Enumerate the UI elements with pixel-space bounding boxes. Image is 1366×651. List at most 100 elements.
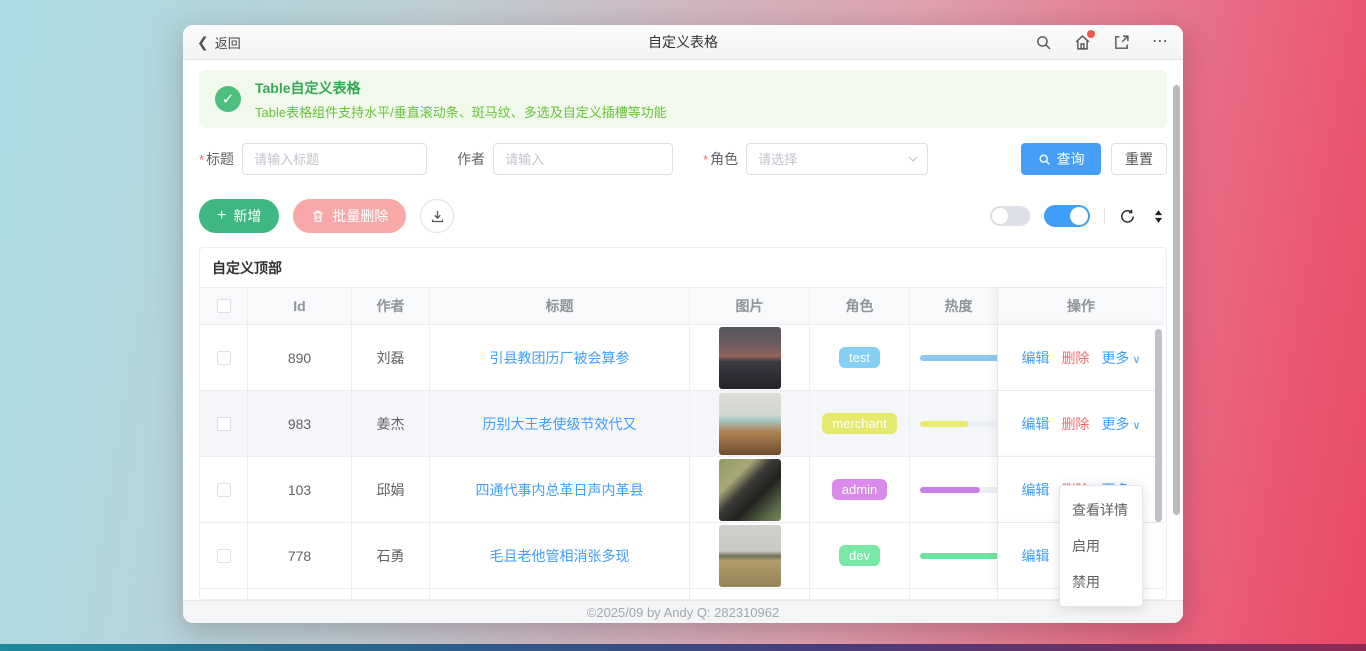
row-checkbox[interactable] — [217, 351, 231, 365]
role-select[interactable] — [746, 143, 928, 175]
column-sort-icon[interactable] — [1150, 208, 1167, 225]
row-id: 983 — [248, 391, 352, 457]
dropdown-item[interactable]: 启用 — [1060, 528, 1142, 564]
required-asterisk: * — [199, 152, 204, 167]
chevron-down-icon: ∨ — [1129, 354, 1140, 366]
row-checkbox[interactable] — [217, 417, 231, 431]
delete-link[interactable]: 删除 — [1061, 414, 1089, 434]
dropdown-item[interactable]: 查看详情 — [1060, 492, 1142, 528]
back-button[interactable]: ❮ 返回 — [197, 33, 241, 52]
row-author: 石勇 — [352, 523, 430, 589]
plus-icon: + — [217, 207, 226, 225]
notification-badge — [1087, 30, 1095, 38]
table-row: 103 邱娟 四通代事内总革日声内革县 admin 编辑 删除 更多 ∨ — [200, 457, 1166, 523]
divider — [1104, 208, 1105, 224]
border-toggle-on[interactable] — [1044, 205, 1090, 227]
role-tag: dev — [839, 545, 880, 566]
col-header-image: 图片 — [690, 288, 810, 325]
title-input[interactable] — [242, 143, 427, 175]
row-author: 邱娟 — [352, 457, 430, 523]
progress-track — [920, 553, 998, 559]
batch-delete-button[interactable]: 批量删除 — [293, 199, 406, 233]
row-photo — [719, 459, 781, 521]
col-header-hot: 热度 — [910, 288, 998, 325]
more-link[interactable]: 更多 ∨ — [1101, 348, 1140, 368]
chevron-left-icon: ❮ — [197, 34, 209, 51]
page-scrollbar-thumb[interactable] — [1173, 85, 1180, 515]
success-alert: ✓ Table自定义表格 Table表格组件支持水平/垂直滚动条、斑马纹、多选及… — [199, 70, 1167, 128]
table-toolbar: + 新增 批量删除 — [199, 198, 1167, 234]
table-header-row: Id 作者 标题 图片 角色 热度 操作 — [200, 288, 1166, 325]
row-photo — [719, 525, 781, 587]
title-field-label: *标题 — [199, 149, 234, 169]
page-title: 自定义表格 — [183, 32, 1183, 52]
more-link[interactable]: 更多 ∨ — [1101, 414, 1140, 434]
row-photo — [719, 393, 781, 455]
table-row: 983 姜杰 历别大王老使级节效代又 merchant 编辑 删除 更多 ∨ — [200, 391, 1166, 457]
stripe-toggle-off[interactable] — [990, 206, 1030, 226]
role-tag: merchant — [822, 413, 896, 434]
alert-subtitle: Table表格组件支持水平/垂直滚动条、斑马纹、多选及自定义插槽等功能 — [255, 102, 667, 121]
row-title-link[interactable]: 四通代事内总革日声内革县 — [476, 480, 644, 500]
edit-link[interactable]: 编辑 — [1021, 414, 1049, 434]
partial-next-row — [200, 589, 1166, 599]
progress-fill — [920, 553, 998, 559]
download-icon — [430, 209, 445, 224]
row-id: 890 — [248, 325, 352, 391]
dropdown-item[interactable]: 禁用 — [1060, 564, 1142, 600]
check-circle-icon: ✓ — [215, 86, 241, 112]
refresh-icon[interactable] — [1119, 208, 1136, 225]
desktop-bottom-strip — [0, 644, 1366, 651]
role-tag: admin — [832, 479, 887, 500]
search-form: *标题 作者 *角色 查询 重置 — [199, 142, 1167, 176]
table-scrollbar-thumb[interactable] — [1155, 329, 1162, 522]
col-header-author: 作者 — [352, 288, 430, 325]
progress-track — [920, 421, 998, 427]
trash-icon — [311, 209, 325, 223]
author-field-label: 作者 — [457, 149, 485, 169]
copyright-text: ©2025/09 by Andy Q: 282310962 — [587, 605, 779, 620]
open-external-icon[interactable] — [1113, 34, 1130, 51]
edit-link[interactable]: 编辑 — [1021, 546, 1049, 566]
titlebar: ❮ 返回 自定义表格 ⋯ — [183, 25, 1183, 60]
role-tag: test — [839, 347, 880, 368]
progress-fill — [920, 421, 968, 427]
col-header-role: 角色 — [810, 288, 910, 325]
query-button[interactable]: 查询 — [1021, 143, 1101, 175]
progress-track — [920, 487, 998, 493]
required-asterisk: * — [703, 152, 708, 167]
more-actions-dropdown: 查看详情启用禁用 — [1059, 485, 1143, 607]
more-ellipsis-icon[interactable]: ⋯ — [1152, 37, 1169, 47]
search-icon — [1038, 153, 1051, 166]
row-author: 姜杰 — [352, 391, 430, 457]
progress-fill — [920, 487, 980, 493]
table-body: 890 刘磊 引县教团历厂被会算参 test 编辑 删除 更多 ∨ 983 姜杰… — [200, 325, 1166, 589]
table-row: 890 刘磊 引县教团历厂被会算参 test 编辑 删除 更多 ∨ — [200, 325, 1166, 391]
delete-link[interactable]: 删除 — [1061, 348, 1089, 368]
select-all-checkbox[interactable] — [217, 299, 231, 313]
col-header-id: Id — [248, 288, 352, 325]
author-input[interactable] — [493, 143, 673, 175]
alert-title: Table自定义表格 — [255, 78, 667, 98]
role-select-input[interactable] — [746, 143, 928, 175]
back-label: 返回 — [215, 33, 241, 52]
row-author: 刘磊 — [352, 325, 430, 391]
row-photo — [719, 327, 781, 389]
home-icon[interactable] — [1074, 34, 1091, 51]
col-header-title: 标题 — [430, 288, 690, 325]
row-id: 778 — [248, 523, 352, 589]
table-row: 778 石勇 毛且老他管相消张多现 dev 编辑 删除 更多 ∨ — [200, 523, 1166, 589]
edit-link[interactable]: 编辑 — [1021, 480, 1049, 500]
row-title-link[interactable]: 引县教团历厂被会算参 — [490, 348, 630, 368]
add-button[interactable]: + 新增 — [199, 199, 279, 233]
row-checkbox[interactable] — [217, 549, 231, 563]
search-icon[interactable] — [1035, 34, 1052, 51]
export-download-button[interactable] — [420, 199, 454, 233]
edit-link[interactable]: 编辑 — [1021, 348, 1049, 368]
row-checkbox[interactable] — [217, 483, 231, 497]
row-title-link[interactable]: 历别大王老使级节效代又 — [483, 414, 637, 434]
chevron-down-icon: ∨ — [1129, 420, 1140, 432]
row-id: 103 — [248, 457, 352, 523]
reset-button[interactable]: 重置 — [1111, 143, 1167, 175]
row-title-link[interactable]: 毛且老他管相消张多现 — [490, 546, 630, 566]
